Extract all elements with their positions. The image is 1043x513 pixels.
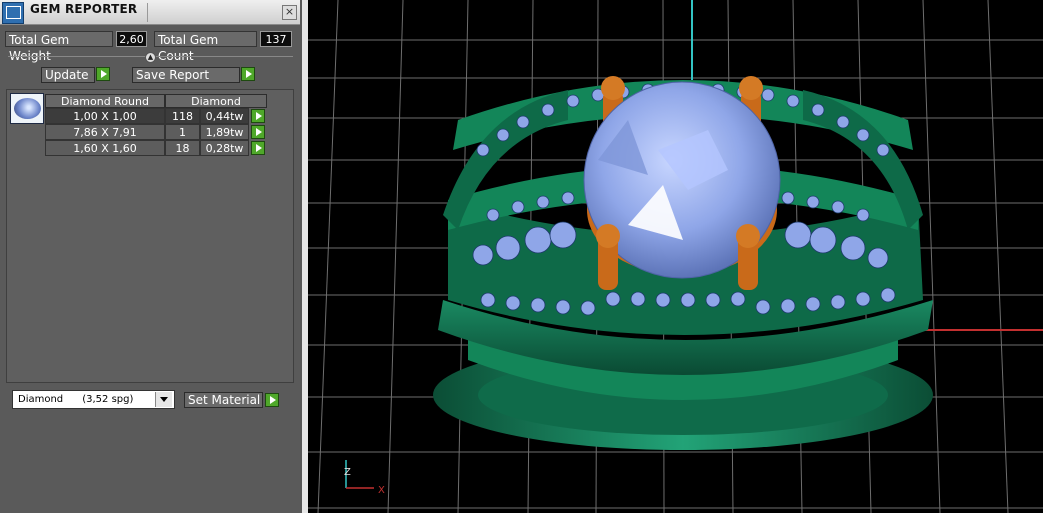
3d-viewport[interactable]: Z X [308, 0, 1043, 513]
update-button[interactable]: Update [41, 67, 95, 83]
row-count[interactable]: 1 [165, 124, 200, 140]
row-count[interactable]: 18 [165, 140, 200, 156]
axis-gizmo: Z X [344, 460, 385, 496]
close-icon[interactable]: × [282, 5, 297, 20]
material-select[interactable]: Diamond (3,52 spg) [12, 390, 175, 409]
total-gem-count-value: 137 [260, 31, 292, 47]
row-size[interactable]: 1,60 X 1,60 [45, 140, 165, 156]
set-material-play-icon[interactable] [265, 393, 279, 407]
update-play-icon[interactable] [96, 67, 110, 81]
title-separator [147, 3, 148, 22]
chevron-down-icon[interactable] [155, 392, 172, 407]
ring-model[interactable] [433, 76, 933, 450]
gem-reporter-panel: GEM REPORTER × Total Gem Weight 2,60 Tot… [0, 0, 302, 513]
row-weight[interactable]: 1,89tw [200, 124, 249, 140]
column-header-shape: Diamond Round [45, 94, 165, 108]
save-report-button[interactable]: Save Report [132, 67, 240, 83]
row-weight[interactable]: 0,28tw [200, 140, 249, 156]
material-select-value: Diamond (3,52 spg) [18, 394, 134, 405]
diamond-round-thumbnail-icon[interactable] [10, 93, 44, 124]
row-size[interactable]: 7,86 X 7,91 [45, 124, 165, 140]
row-select-play-icon[interactable] [251, 125, 265, 139]
collapse-icon[interactable]: ▲ [145, 52, 156, 63]
column-header-material: Diamond [165, 94, 267, 108]
axis-z-label: Z [344, 467, 351, 478]
row-count[interactable]: 118 [165, 108, 200, 124]
gem-reporter-app-icon [2, 2, 24, 24]
row-select-play-icon[interactable] [251, 141, 265, 155]
row-size[interactable]: 1,00 X 1,00 [45, 108, 165, 124]
total-gem-count-label: Total Gem Count [154, 31, 257, 63]
axis-x-label: X [378, 485, 385, 496]
row-weight[interactable]: 0,44tw [200, 108, 249, 124]
total-gem-weight-value: 2,60 [116, 31, 147, 47]
save-report-play-icon[interactable] [241, 67, 255, 81]
window-title: GEM REPORTER [30, 2, 138, 16]
title-bar: GEM REPORTER × [0, 0, 300, 25]
total-gem-weight-label: Total Gem Weight [5, 31, 113, 63]
set-material-button[interactable]: Set Material [184, 392, 263, 408]
viewport-render: Z X [308, 0, 1043, 513]
row-select-play-icon[interactable] [251, 109, 265, 123]
